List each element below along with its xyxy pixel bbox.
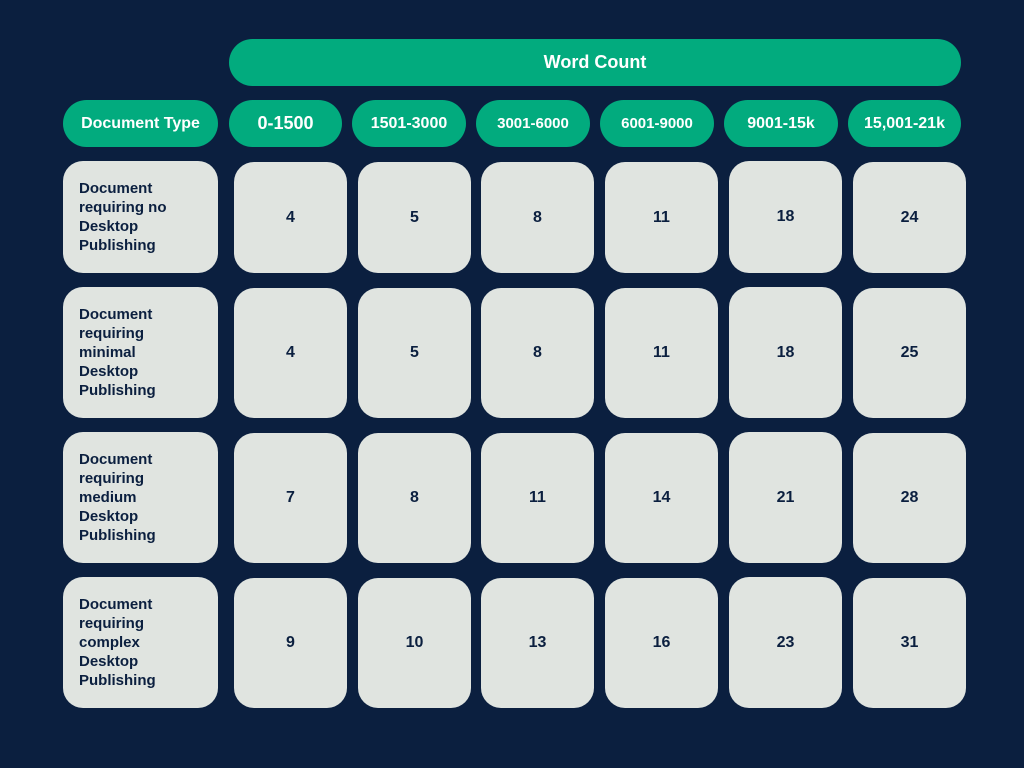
column-header-15001-21k: 15,001-21k (848, 100, 961, 147)
value-cell: 31 (853, 578, 966, 708)
value-cell: 11 (481, 433, 594, 563)
column-header-0-1500: 0-1500 (229, 100, 342, 147)
column-header-1501-3000: 1501-3000 (352, 100, 466, 147)
value-cell: 21 (729, 432, 842, 563)
value-cell: 11 (605, 162, 718, 273)
value-cell: 5 (358, 162, 471, 273)
value-cell: 9 (234, 578, 347, 708)
value-cell: 13 (481, 578, 594, 708)
document-type-header: Document Type (63, 100, 218, 147)
value-cell: 23 (729, 577, 842, 708)
column-header-3001-6000: 3001-6000 (476, 100, 590, 147)
value-cell: 7 (234, 433, 347, 563)
value-cell: 24 (853, 162, 966, 273)
value-cell: 11 (605, 288, 718, 418)
row-label: Document requiring minimal Desktop Publi… (63, 287, 218, 418)
value-cell: 4 (234, 162, 347, 273)
value-cell: 8 (481, 288, 594, 418)
value-cell: 8 (358, 433, 471, 563)
value-cell: 14 (605, 433, 718, 563)
row-label: Document requiring complex Desktop Publi… (63, 577, 218, 708)
value-cell: 5 (358, 288, 471, 418)
row-label: Document requiring no Desktop Publishing (63, 161, 218, 273)
value-cell: 28 (853, 433, 966, 563)
value-cell: 18 (729, 287, 842, 418)
value-cell: 10 (358, 578, 471, 708)
row-label: Document requiring medium Desktop Publis… (63, 432, 218, 563)
value-cell: 25 (853, 288, 966, 418)
value-cell: 4 (234, 288, 347, 418)
value-cell: 16 (605, 578, 718, 708)
word-count-header: Word Count (229, 39, 961, 86)
value-cell: 18 (729, 161, 842, 273)
value-cell: 8 (481, 162, 594, 273)
column-header-9001-15k: 9001-15k (724, 100, 838, 147)
column-header-6001-9000: 6001-9000 (600, 100, 714, 147)
